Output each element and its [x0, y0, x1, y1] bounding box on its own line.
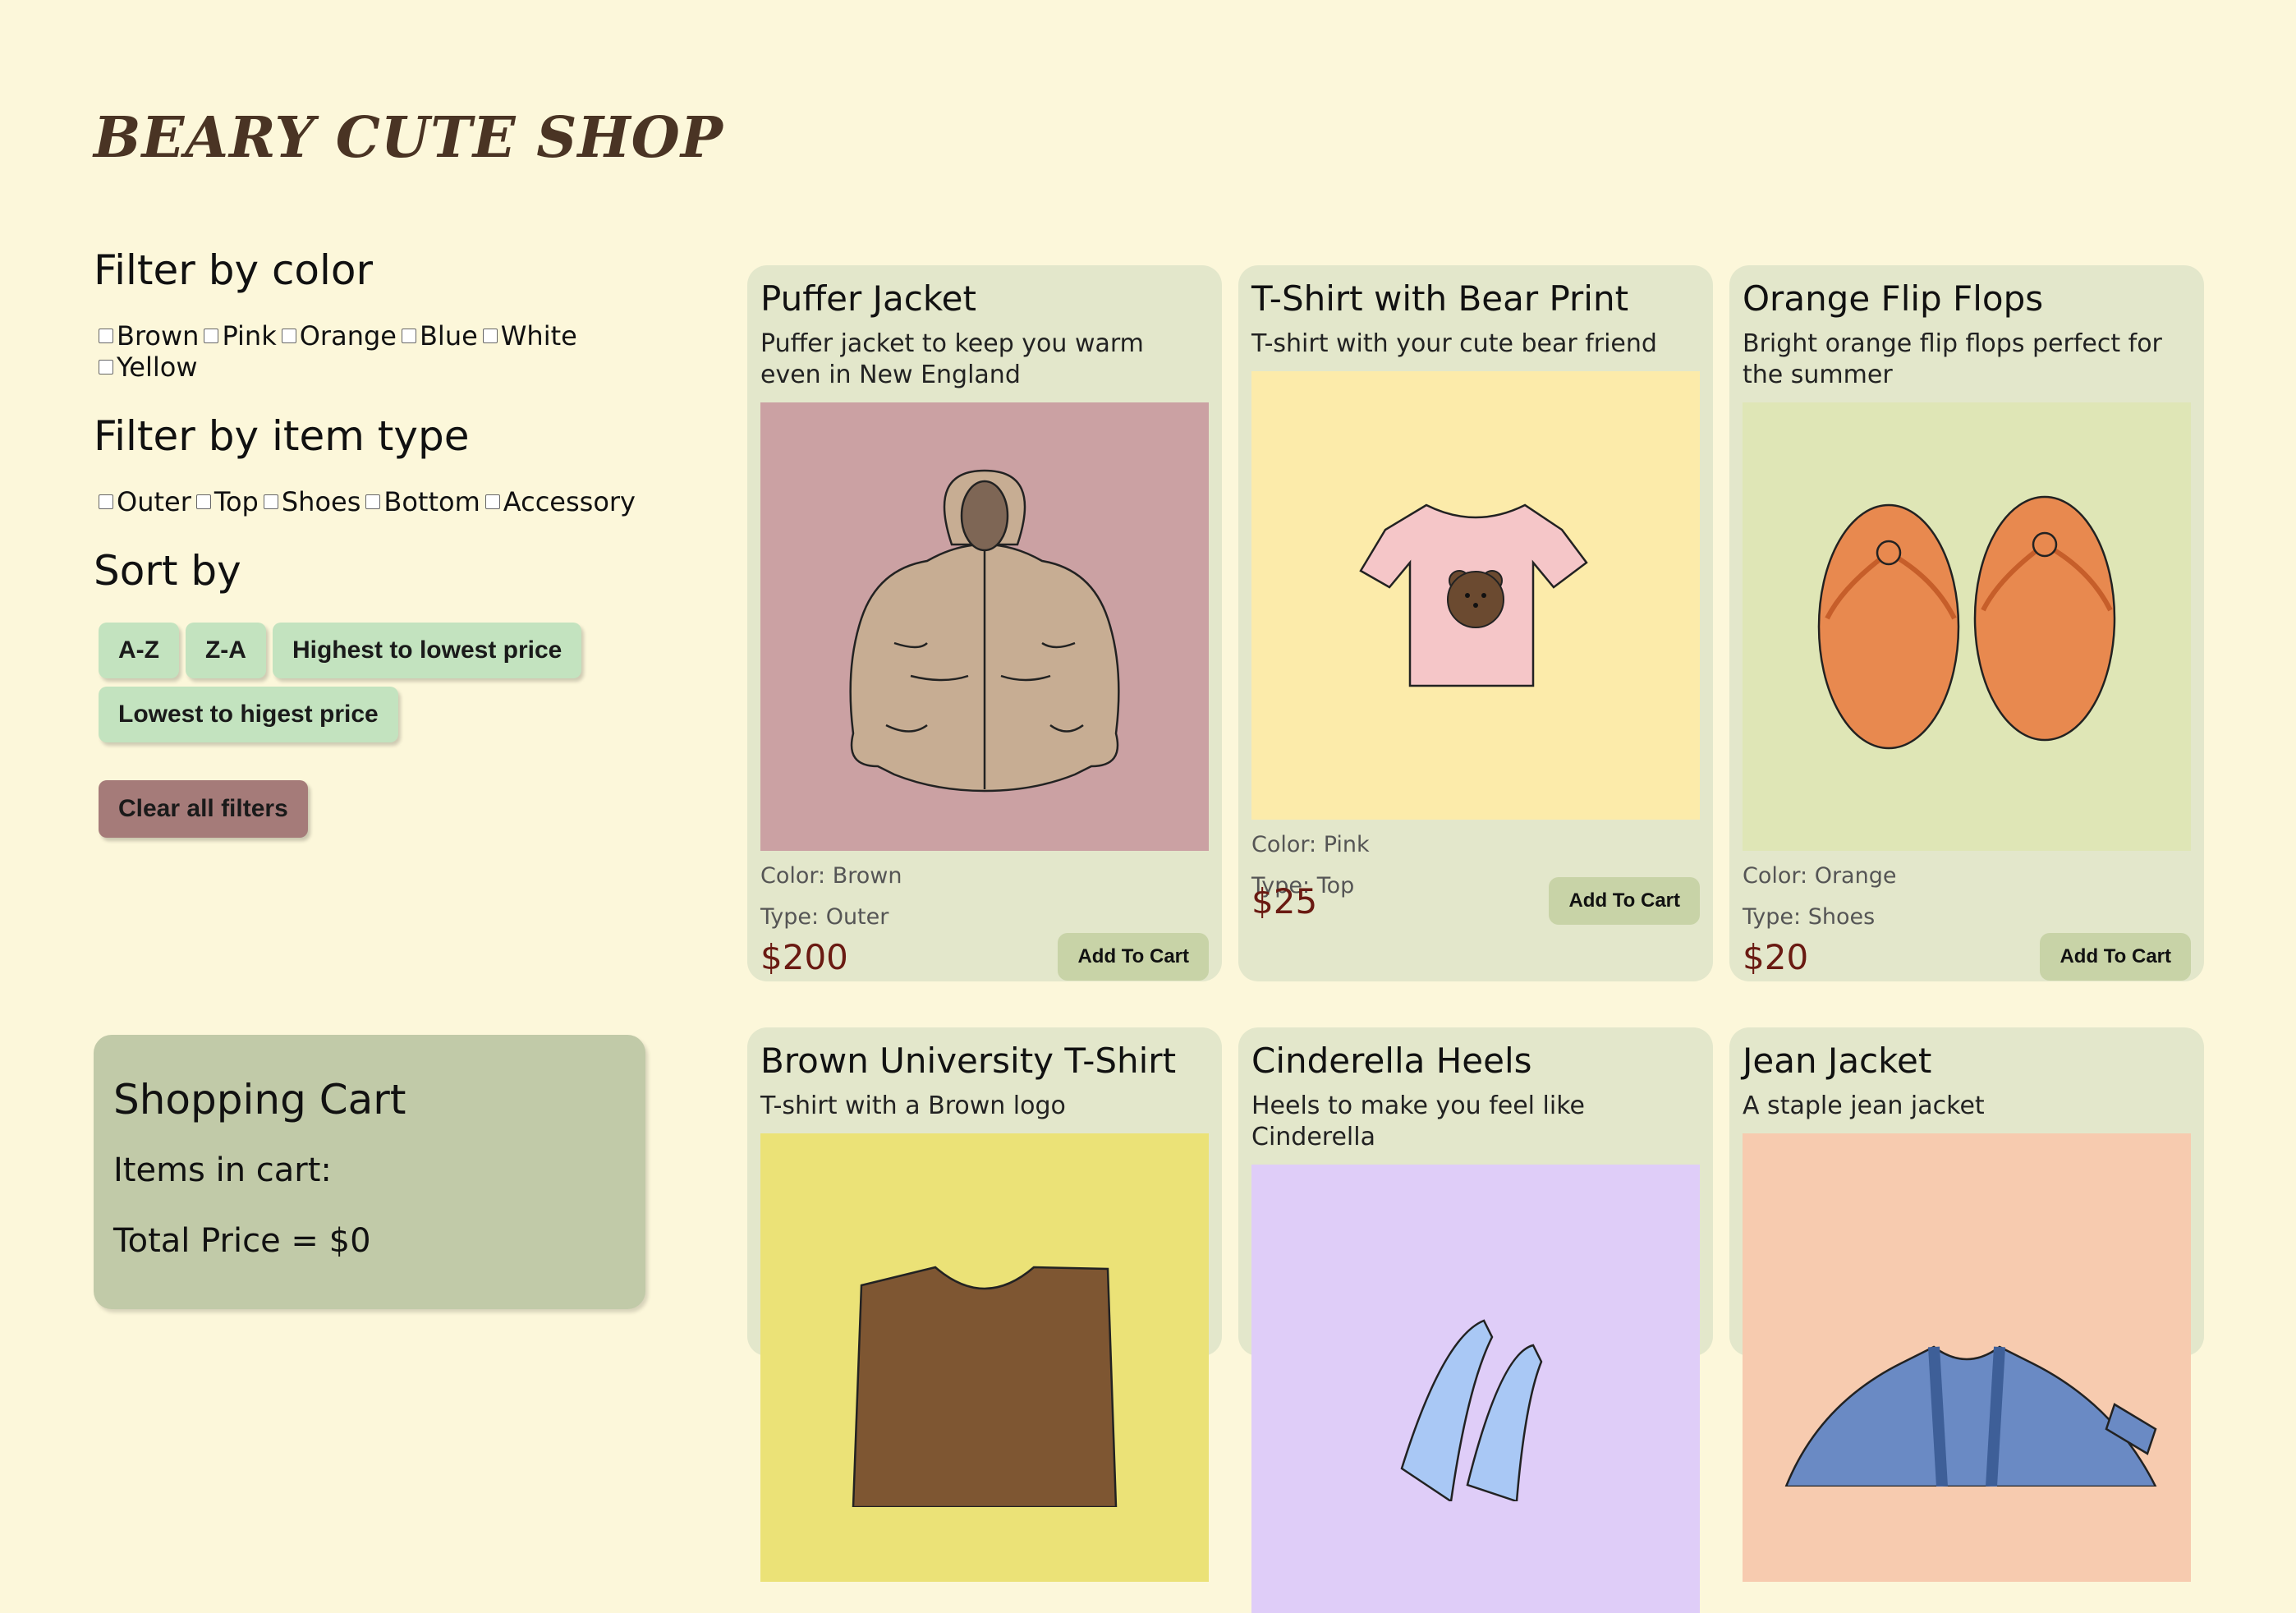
product-name: Jean Jacket: [1743, 1041, 1932, 1081]
puffer-jacket-icon: [849, 469, 1120, 793]
add-to-cart-button[interactable]: Add To Cart: [1549, 877, 1700, 925]
bear-tshirt-icon: [1359, 503, 1588, 687]
sidebar: Filter by color Brown Pink Orange Blue W…: [94, 246, 668, 838]
shopping-cart: Shopping Cart Items in cart: Total Price…: [94, 1035, 645, 1309]
product-image: [1251, 1165, 1700, 1613]
product-price: $20: [1743, 936, 1809, 977]
product-card: Cinderella Heels Heels to make you feel …: [1238, 1027, 1713, 1613]
filter-type-heading: Filter by item type: [94, 412, 470, 460]
shop-title: BEARY CUTE SHOP: [94, 105, 723, 171]
checkbox[interactable]: [401, 329, 416, 343]
checkbox[interactable]: [204, 329, 219, 343]
clear-filters-button[interactable]: Clear all filters: [99, 780, 308, 838]
product-type: Type: Outer: [760, 904, 889, 930]
add-to-cart-button[interactable]: Add To Cart: [2040, 933, 2191, 981]
product-name: Cinderella Heels: [1251, 1041, 1532, 1081]
product-name: Orange Flip Flops: [1743, 278, 2044, 319]
color-options: Brown Pink Orange Blue White Yellow: [99, 320, 668, 383]
product-image: [1251, 371, 1700, 820]
checkbox[interactable]: [99, 494, 113, 509]
checkbox[interactable]: [365, 494, 381, 509]
type-options: Outer Top Shoes Bottom Accessory: [99, 486, 668, 517]
product-card: Brown University T-Shirt T-shirt with a …: [747, 1027, 1222, 1582]
product-price: $200: [760, 936, 848, 977]
cart-items-label: Items in cart:: [113, 1151, 332, 1189]
sort-heading: Sort by: [94, 547, 241, 595]
heels-icon: [1400, 1319, 1543, 1501]
product-name: T-Shirt with Bear Print: [1251, 278, 1629, 319]
product-description: T-shirt with your cute bear friend: [1251, 329, 1657, 358]
sort-az-button[interactable]: A-Z: [99, 623, 179, 678]
sort-za-button[interactable]: Z-A: [185, 623, 266, 678]
product-type: Type: Shoes: [1743, 904, 1876, 930]
sort-buttons: A-Z Z-A Highest to lowest price Lowest t…: [99, 623, 624, 742]
product-card: Orange Flip Flops Bright orange flip flo…: [1729, 265, 2204, 981]
color-option-white[interactable]: White: [482, 320, 577, 352]
type-option-accessory[interactable]: Accessory: [484, 486, 636, 517]
product-name: Brown University T-Shirt: [760, 1041, 1177, 1081]
product-card: Jean Jacket A staple jean jacket: [1729, 1027, 2204, 1582]
color-option-brown[interactable]: Brown: [99, 320, 199, 352]
type-option-top[interactable]: Top: [195, 486, 259, 517]
sort-high-low-button[interactable]: Highest to lowest price: [272, 623, 582, 678]
sort-low-high-button[interactable]: Lowest to higest price: [99, 687, 398, 742]
product-name: Puffer Jacket: [760, 278, 976, 319]
add-to-cart-button[interactable]: Add To Cart: [1058, 933, 1209, 981]
jean-jacket-icon: [1784, 1345, 2157, 1487]
checkbox[interactable]: [281, 329, 296, 343]
checkbox[interactable]: [263, 494, 278, 509]
product-description: Puffer jacket to keep you warm even in N…: [760, 329, 1144, 389]
cart-title: Shopping Cart: [113, 1076, 406, 1124]
product-color: Color: Pink: [1251, 832, 1370, 857]
cart-total: Total Price = $0: [113, 1222, 371, 1260]
product-description: T-shirt with a Brown logo: [760, 1091, 1066, 1120]
product-description: Bright orange flip flops perfect for the…: [1743, 329, 2162, 389]
checkbox[interactable]: [484, 494, 500, 509]
product-image: [760, 402, 1209, 851]
type-option-shoes[interactable]: Shoes: [263, 486, 360, 517]
color-option-yellow[interactable]: Yellow: [99, 352, 198, 383]
product-image: [760, 1133, 1209, 1582]
type-option-bottom[interactable]: Bottom: [365, 486, 480, 517]
filter-color-heading: Filter by color: [94, 246, 374, 294]
product-card: T-Shirt with Bear Print T-shirt with you…: [1238, 265, 1713, 981]
color-option-pink[interactable]: Pink: [204, 320, 277, 352]
product-description: Heels to make you feel like Cinderella: [1251, 1091, 1585, 1151]
product-image: [1743, 402, 2191, 851]
product-image: [1743, 1133, 2191, 1582]
product-color: Color: Orange: [1743, 863, 1897, 889]
type-option-outer[interactable]: Outer: [99, 486, 191, 517]
color-option-orange[interactable]: Orange: [281, 320, 397, 352]
color-option-blue[interactable]: Blue: [401, 320, 478, 352]
brown-tshirt-icon: [852, 1266, 1118, 1507]
product-card: Puffer Jacket Puffer jacket to keep you …: [747, 265, 1222, 981]
product-color: Color: Brown: [760, 863, 902, 889]
checkbox[interactable]: [482, 329, 498, 343]
product-price: $25: [1251, 880, 1318, 921]
checkbox[interactable]: [99, 329, 113, 343]
checkbox[interactable]: [195, 494, 211, 509]
flip-flops-icon: [1817, 495, 2116, 750]
checkbox[interactable]: [99, 360, 113, 375]
product-description: A staple jean jacket: [1743, 1091, 1985, 1120]
